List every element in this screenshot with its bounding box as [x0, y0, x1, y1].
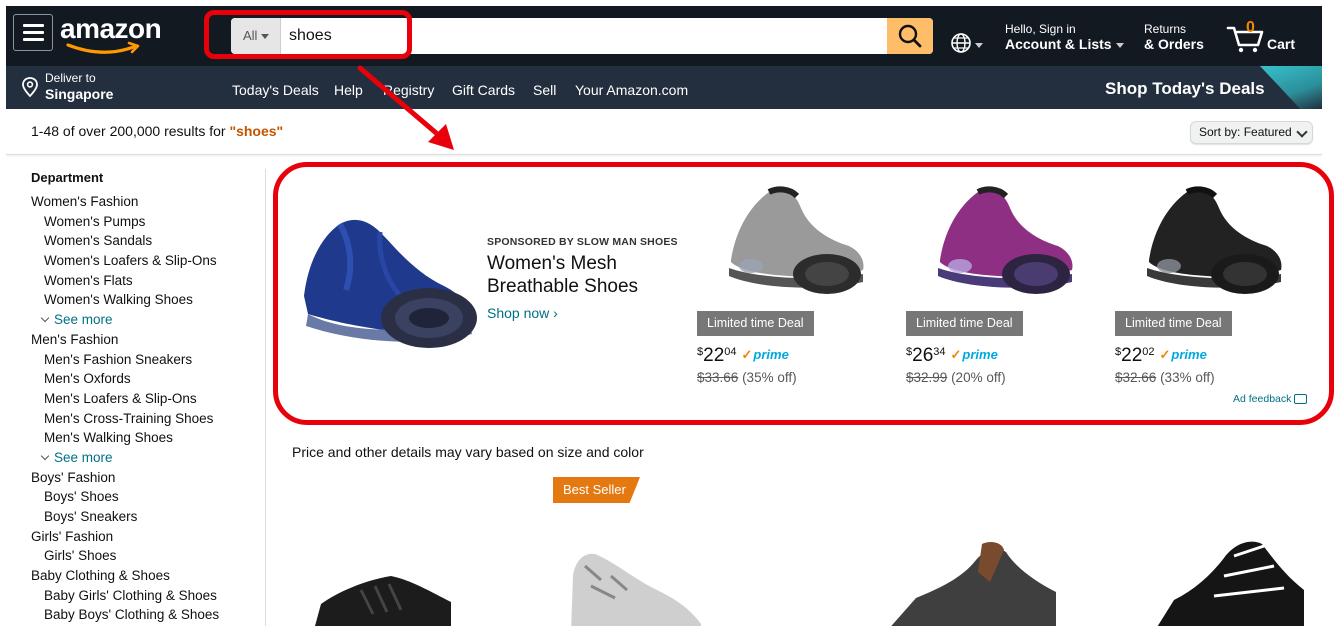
location-pin-icon	[22, 77, 38, 98]
sidebar-item-label: Women's Flats	[44, 272, 133, 288]
results-search-term: "shoes"	[229, 123, 284, 139]
price-note: Price and other details may vary based o…	[292, 444, 644, 460]
sort-by-label: Sort by:	[1199, 125, 1241, 139]
department-sidebar: Department Women's Fashion Women's Pumps W…	[31, 170, 266, 626]
shop-todays-deals-promo[interactable]: Shop Today's Deals	[1105, 79, 1265, 99]
sidebar-item[interactable]: Men's Fashion	[31, 332, 266, 352]
sidebar-item[interactable]: Women's Flats	[31, 273, 266, 293]
sidebar-item-label: Boys' Fashion	[31, 469, 116, 485]
chevron-down-icon	[40, 313, 50, 323]
deliver-location: Singapore	[45, 86, 114, 102]
sidebar-item-label: Women's Sandals	[44, 233, 153, 249]
result-product-image-2[interactable]	[561, 546, 701, 626]
sidebar-item-label: Women's Pumps	[44, 213, 146, 229]
sidebar-item[interactable]: Men's Walking Shoes	[31, 430, 266, 450]
sidebar-item[interactable]: Women's Sandals	[31, 233, 266, 253]
sidebar-item-label: Baby Girls' Clothing & Shoes	[44, 587, 217, 603]
deliver-to-label: Deliver to	[45, 71, 96, 85]
chevron-down-icon	[40, 451, 50, 461]
sidebar-item-label: Boys' Shoes	[44, 489, 119, 505]
annotation-search-highlight	[204, 10, 412, 59]
sidebar-item[interactable]: Boys' Sneakers	[31, 509, 266, 529]
sidebar-item-label: Men's Cross-Training Shoes	[44, 410, 214, 426]
sidebar-item[interactable]: Baby Clothing & Shoes	[31, 568, 266, 588]
sidebar-item-label: Men's Fashion	[31, 331, 119, 347]
best-seller-badge: Best Seller	[553, 477, 640, 503]
sidebar-item-label: Boys' Sneakers	[44, 509, 138, 524]
annotation-arrow-icon	[357, 65, 454, 150]
search-button[interactable]	[887, 18, 933, 54]
chevron-down-icon	[1296, 126, 1308, 138]
sort-by-dropdown[interactable]: Sort by: Featured	[1190, 121, 1313, 144]
sidebar-item[interactable]: Baby Girls' Clothing & Shoes	[31, 588, 266, 608]
sidebar-item[interactable]: Boys' Fashion	[31, 470, 266, 490]
cart-count: 0	[1246, 19, 1255, 36]
sidebar-item-label: Baby Boys' Clothing & Shoes	[44, 607, 220, 623]
department-list: Women's Fashion Women's Pumps Women's Sand…	[31, 194, 266, 626]
sidebar-item-label: Baby Clothing & Shoes	[31, 568, 170, 584]
result-product-image-4[interactable]	[1154, 536, 1304, 626]
sidebar-item-label: Women's Loafers & Slip-Ons	[44, 253, 217, 269]
search-icon	[898, 24, 922, 48]
nav-link-sell[interactable]: Sell	[533, 82, 556, 98]
nav-link-your-amazon[interactable]: Your Amazon.com	[575, 82, 688, 98]
result-product-image-1[interactable]	[311, 526, 451, 626]
sidebar-item-label: Men's Loafers & Slip-Ons	[44, 390, 197, 406]
sidebar-item-label: Women's Fashion	[31, 194, 139, 209]
sidebar-item-label: Men's Fashion Sneakers	[44, 351, 193, 367]
globe-icon[interactable]	[950, 32, 972, 54]
sidebar-item[interactable]: Men's Oxfords	[31, 371, 266, 391]
sidebar-item[interactable]: Boys' Shoes	[31, 489, 266, 509]
sidebar-item-label: Men's Oxfords	[44, 371, 131, 387]
results-summary: 1-48 of over 200,000 results for "shoes"	[31, 123, 284, 139]
amazon-logo[interactable]: amazon	[60, 13, 172, 55]
language-caret-icon	[975, 43, 983, 48]
sidebar-item[interactable]: Girls' Fashion	[31, 529, 266, 549]
sidebar-item-label: Girls' Shoes	[44, 548, 117, 564]
account-greeting: Hello, Sign in	[1005, 22, 1076, 36]
sidebar-item[interactable]: Women's Pumps	[31, 214, 266, 234]
sidebar-item-label: See more	[54, 312, 113, 328]
sort-by-value: Featured	[1243, 125, 1292, 139]
menu-hamburger-button[interactable]	[13, 14, 53, 51]
sidebar-item[interactable]: Men's Loafers & Slip-Ons	[31, 391, 266, 411]
see-more-link[interactable]: See more	[31, 450, 266, 470]
sidebar-item-label: Women's Walking Shoes	[44, 292, 193, 308]
sidebar-item-label: Girls' Fashion	[31, 528, 114, 544]
sidebar-item[interactable]: Women's Walking Shoes	[31, 292, 266, 312]
result-product-image-3[interactable]	[886, 538, 1056, 626]
sidebar-item[interactable]: Men's Fashion Sneakers	[31, 352, 266, 372]
sidebar-item[interactable]: Baby Boys' Clothing & Shoes	[31, 607, 266, 626]
sidebar-item[interactable]: Men's Cross-Training Shoes	[31, 411, 266, 431]
nav-link-todays-deals[interactable]: Today's Deals	[232, 82, 319, 98]
cart-label: Cart	[1267, 36, 1296, 52]
see-more-link[interactable]: See more	[31, 312, 266, 332]
annotation-banner-highlight	[273, 162, 1334, 425]
sidebar-item[interactable]: Girls' Shoes	[31, 548, 266, 568]
orders-label: & Orders	[1144, 36, 1204, 52]
sidebar-title: Department	[31, 170, 104, 185]
logo-smile-icon	[66, 41, 140, 54]
account-lists-label: Account & Lists	[1005, 36, 1124, 52]
sidebar-item-label: Men's Walking Shoes	[44, 430, 173, 446]
sidebar-item[interactable]: Women's Fashion	[31, 194, 266, 214]
sidebar-item-label: See more	[54, 449, 113, 465]
returns-label: Returns	[1144, 22, 1187, 36]
sidebar-item[interactable]: Women's Loafers & Slip-Ons	[31, 253, 266, 273]
